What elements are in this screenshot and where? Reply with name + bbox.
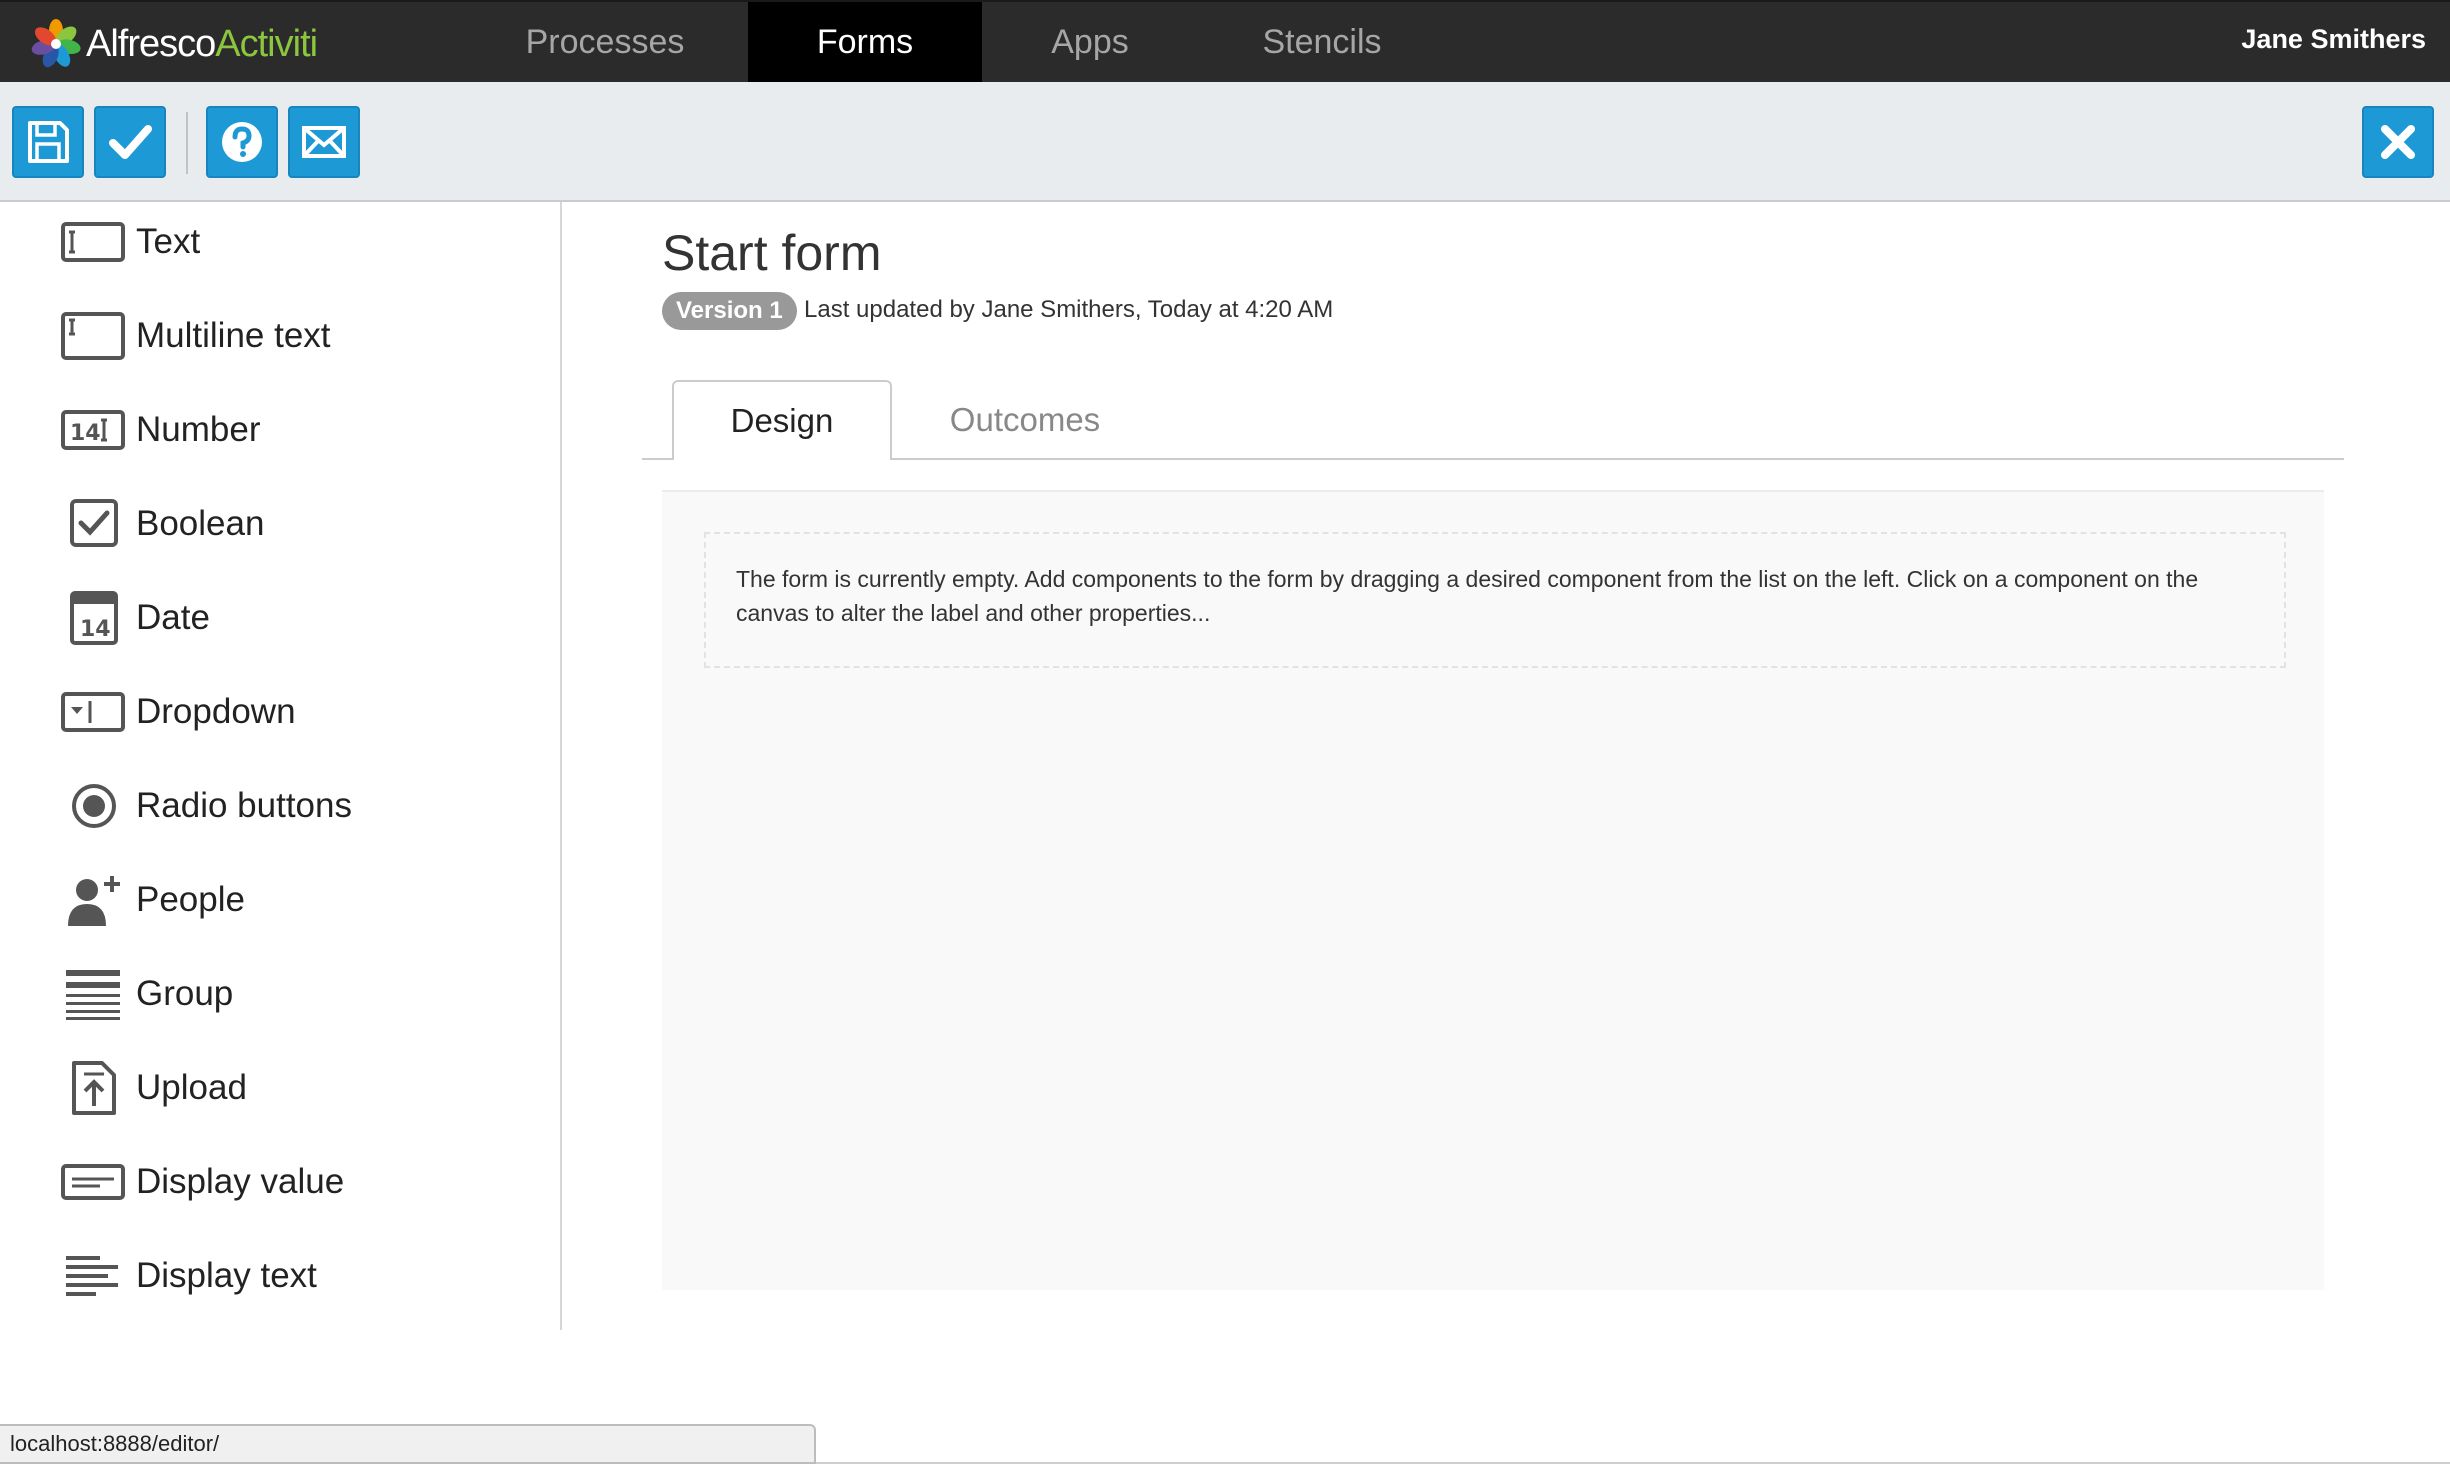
palette-item-display-text[interactable]: Display text [60, 1246, 317, 1306]
window-bottom-edge [816, 1462, 2450, 1464]
tab-divider [642, 458, 2344, 460]
app-logo[interactable]: AlfrescoActiviti [30, 18, 318, 70]
validate-button[interactable] [94, 106, 166, 178]
palette-label: Display text [136, 1256, 317, 1295]
checkbox-icon [60, 494, 126, 554]
empty-form-drop-zone[interactable]: The form is currently empty. Add compone… [704, 532, 2286, 668]
version-badge: Version 1 [662, 292, 797, 330]
svg-text:14: 14 [70, 421, 101, 446]
nav-tab-apps[interactable]: Apps [1000, 2, 1180, 82]
multiline-text-icon [60, 306, 126, 366]
palette-label: Display value [136, 1162, 345, 1201]
palette-item-group[interactable]: Group [60, 964, 233, 1024]
activiti-flower-icon [31, 19, 81, 68]
calendar-icon: 14 [60, 588, 126, 648]
nav-tab-processes[interactable]: Processes [490, 2, 720, 82]
nav-tab-forms[interactable]: Forms [748, 2, 982, 96]
text-field-icon [60, 212, 126, 272]
group-icon [60, 964, 126, 1024]
svg-text:14: 14 [80, 617, 111, 642]
palette-label: Number [136, 410, 261, 449]
top-navbar: AlfrescoActiviti Processes Forms Apps St… [0, 0, 2450, 96]
palette-label: Text [136, 222, 201, 261]
logo-brand: Alfresco [86, 22, 216, 65]
add-person-icon [60, 870, 126, 930]
question-icon [222, 122, 262, 162]
palette-label: Dropdown [136, 692, 296, 731]
close-icon [2381, 125, 2415, 159]
palette-label: Group [136, 974, 234, 1013]
tab-outcomes[interactable]: Outcomes [920, 380, 1130, 460]
palette-item-people[interactable]: People [60, 870, 245, 930]
number-icon: 14 [60, 400, 126, 460]
toolbar-separator [186, 112, 188, 174]
user-menu[interactable]: Jane Smithers [2241, 24, 2426, 55]
palette-item-date[interactable]: 14 Date [60, 588, 210, 648]
editor-toolbar [0, 82, 2450, 202]
tab-design[interactable]: Design [672, 380, 892, 460]
palette-item-display-value[interactable]: Display value [60, 1152, 344, 1212]
nav-tab-stencils[interactable]: Stencils [1200, 2, 1444, 82]
page-title: Start form [662, 225, 882, 281]
palette-item-text[interactable]: Text [60, 212, 200, 272]
palette-item-radio-buttons[interactable]: Radio buttons [60, 776, 352, 836]
palette-label: Multiline text [136, 316, 331, 355]
feedback-button[interactable] [288, 106, 360, 178]
envelope-icon [302, 126, 346, 158]
display-value-icon [60, 1152, 126, 1212]
radio-icon [60, 776, 126, 836]
logo-product: Activiti [215, 22, 318, 65]
checkmark-icon [109, 125, 152, 159]
logo-text: AlfrescoActiviti [86, 22, 318, 66]
close-editor-button[interactable] [2362, 106, 2434, 178]
upload-icon [60, 1058, 126, 1118]
palette-item-multiline-text[interactable]: Multiline text [60, 306, 331, 366]
last-updated-text: Last updated by Jane Smithers, Today at … [804, 296, 1334, 323]
status-bar-url: localhost:8888/editor/ [0, 1424, 816, 1464]
display-text-icon [60, 1246, 126, 1306]
floppy-disk-icon [28, 121, 69, 163]
save-button[interactable] [12, 106, 84, 178]
palette-item-number[interactable]: 14 Number [60, 400, 260, 460]
component-palette: Text Multiline text 14 Number Boolean 14… [0, 202, 562, 1330]
form-canvas[interactable]: The form is currently empty. Add compone… [662, 490, 2324, 1290]
palette-item-upload[interactable]: Upload [60, 1058, 247, 1118]
palette-label: Boolean [136, 504, 265, 543]
help-button[interactable] [206, 106, 278, 178]
palette-item-dropdown[interactable]: Dropdown [60, 682, 296, 742]
palette-label: Radio buttons [136, 786, 352, 825]
palette-item-boolean[interactable]: Boolean [60, 494, 264, 554]
dropdown-icon [60, 682, 126, 742]
palette-label: Date [136, 598, 210, 637]
palette-label: Upload [136, 1068, 247, 1107]
palette-label: People [136, 880, 245, 919]
